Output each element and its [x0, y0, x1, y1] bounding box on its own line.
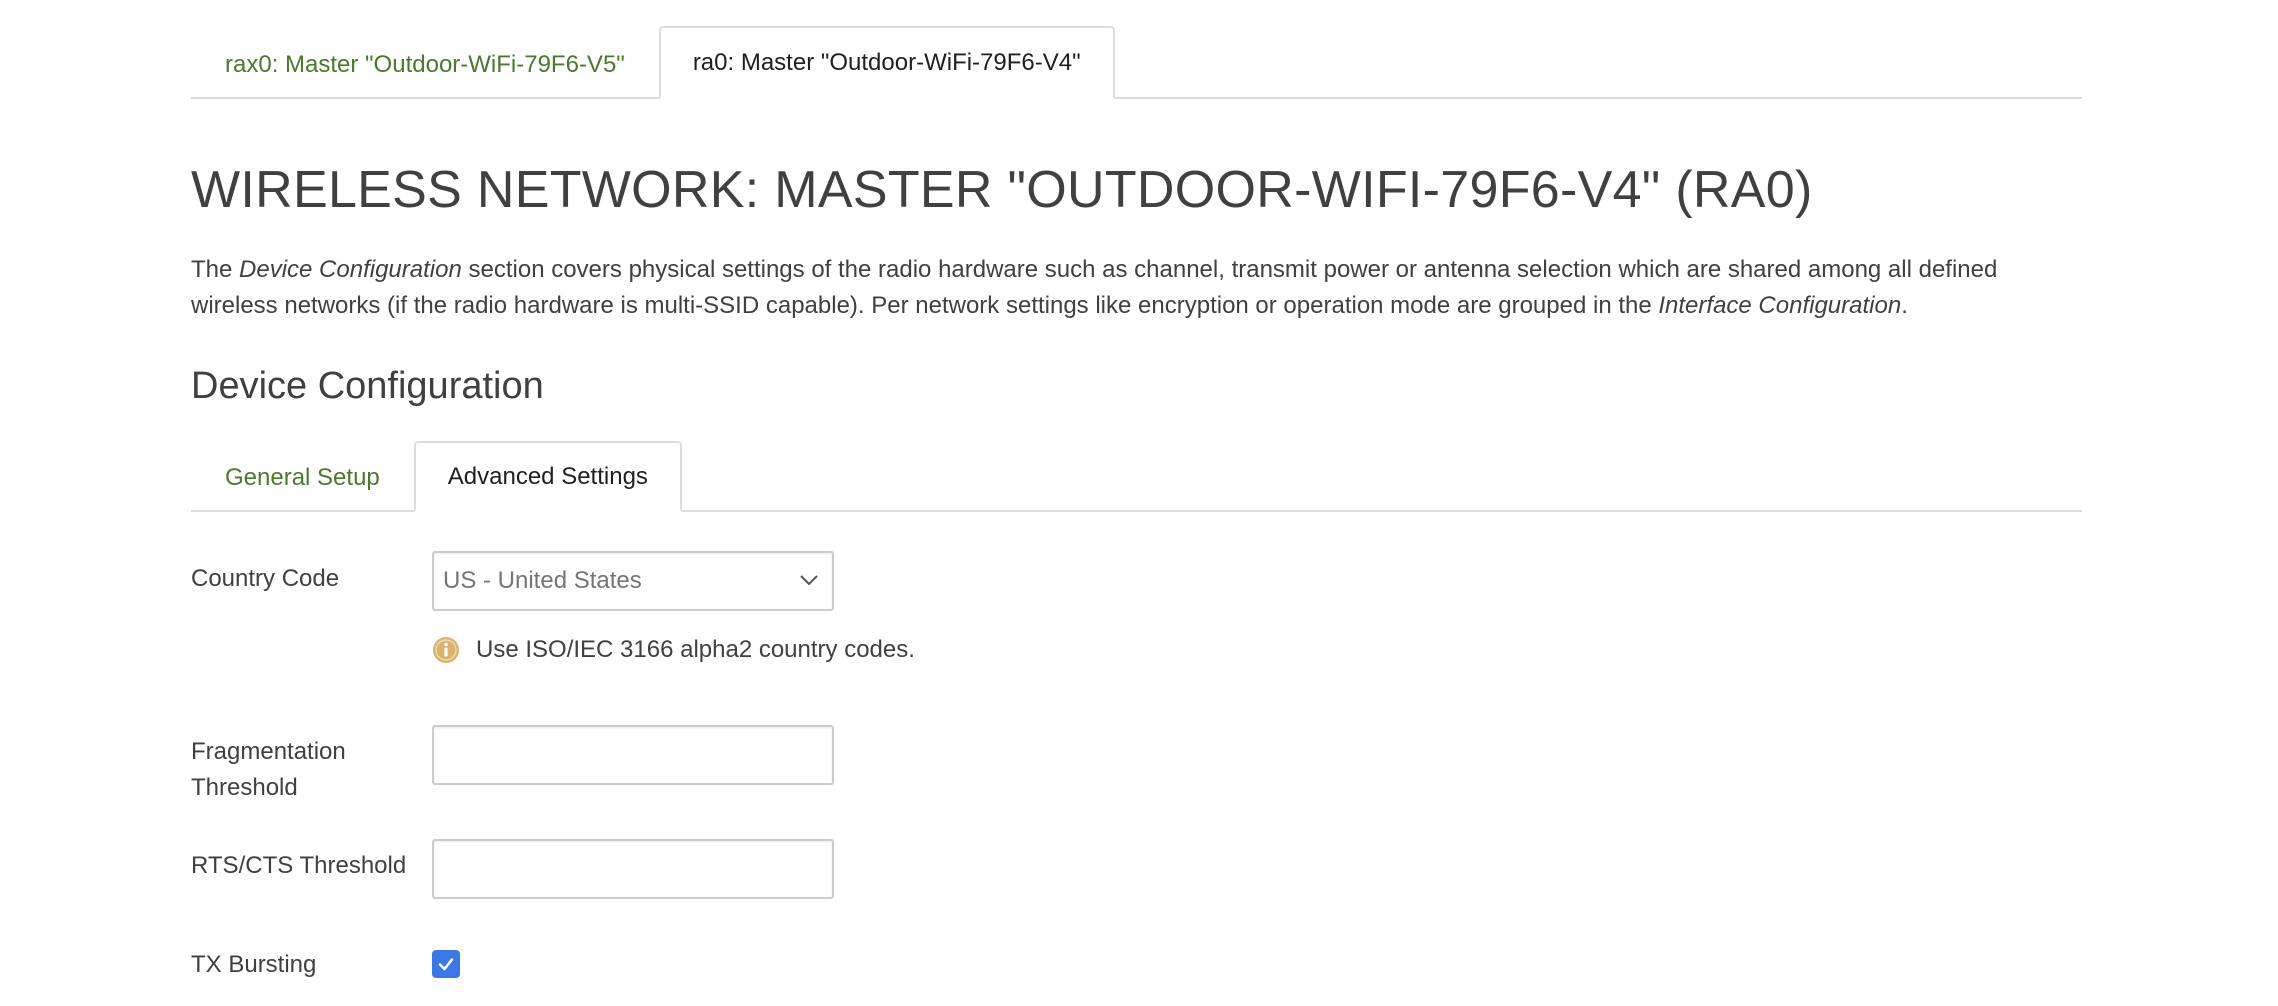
description-text: The — [191, 256, 240, 283]
fragmentation-threshold-label-line2: Threshold — [191, 774, 298, 801]
description-emphasis: Device Configuration — [239, 256, 462, 283]
fragmentation-threshold-label-line1: Fragmentation — [191, 738, 346, 765]
tx-bursting-label: TX Bursting — [191, 951, 317, 978]
page-title: WIRELESS NETWORK: MASTER "OUTDOOR-WIFI-7… — [191, 161, 1813, 219]
fragmentation-threshold-input[interactable] — [432, 725, 834, 785]
description-emphasis: Interface Configuration — [1658, 292, 1902, 319]
country-code-hint-text: Use ISO/IEC 3166 alpha2 country codes. — [476, 636, 915, 663]
section-title: Device Configuration — [191, 365, 544, 407]
country-code-value: US - United States — [443, 567, 642, 594]
country-code-select[interactable]: US - United States — [432, 551, 834, 611]
country-code-hint: Use ISO/IEC 3166 alpha2 country codes. — [432, 636, 915, 664]
rts-cts-threshold-input[interactable] — [432, 839, 834, 899]
info-icon — [433, 637, 459, 663]
config-tabs: General Setup Advanced Settings — [191, 437, 2082, 512]
checkmark-icon — [438, 958, 454, 971]
rts-cts-threshold-label: RTS/CTS Threshold — [191, 852, 407, 879]
tab-advanced-settings[interactable]: Advanced Settings — [413, 441, 682, 512]
fragmentation-threshold-label: Fragmentation Threshold — [191, 734, 346, 806]
interface-tabs: rax0: Master "Outdoor-WiFi-79F6-V5" ra0:… — [191, 0, 2082, 99]
tab-general-setup[interactable]: General Setup — [191, 441, 414, 512]
page-content: rax0: Master "Outdoor-WiFi-79F6-V5" ra0:… — [191, 0, 2082, 978]
page-description: The Device Configuration section covers … — [191, 252, 2082, 324]
country-code-label: Country Code — [191, 565, 340, 592]
tx-bursting-checkbox[interactable] — [432, 950, 460, 978]
description-text: . — [1901, 292, 1908, 319]
tab-rax0[interactable]: rax0: Master "Outdoor-WiFi-79F6-V5" — [191, 28, 659, 99]
tab-ra0[interactable]: ra0: Master "Outdoor-WiFi-79F6-V4" — [658, 26, 1115, 99]
chevron-down-icon — [800, 575, 818, 586]
